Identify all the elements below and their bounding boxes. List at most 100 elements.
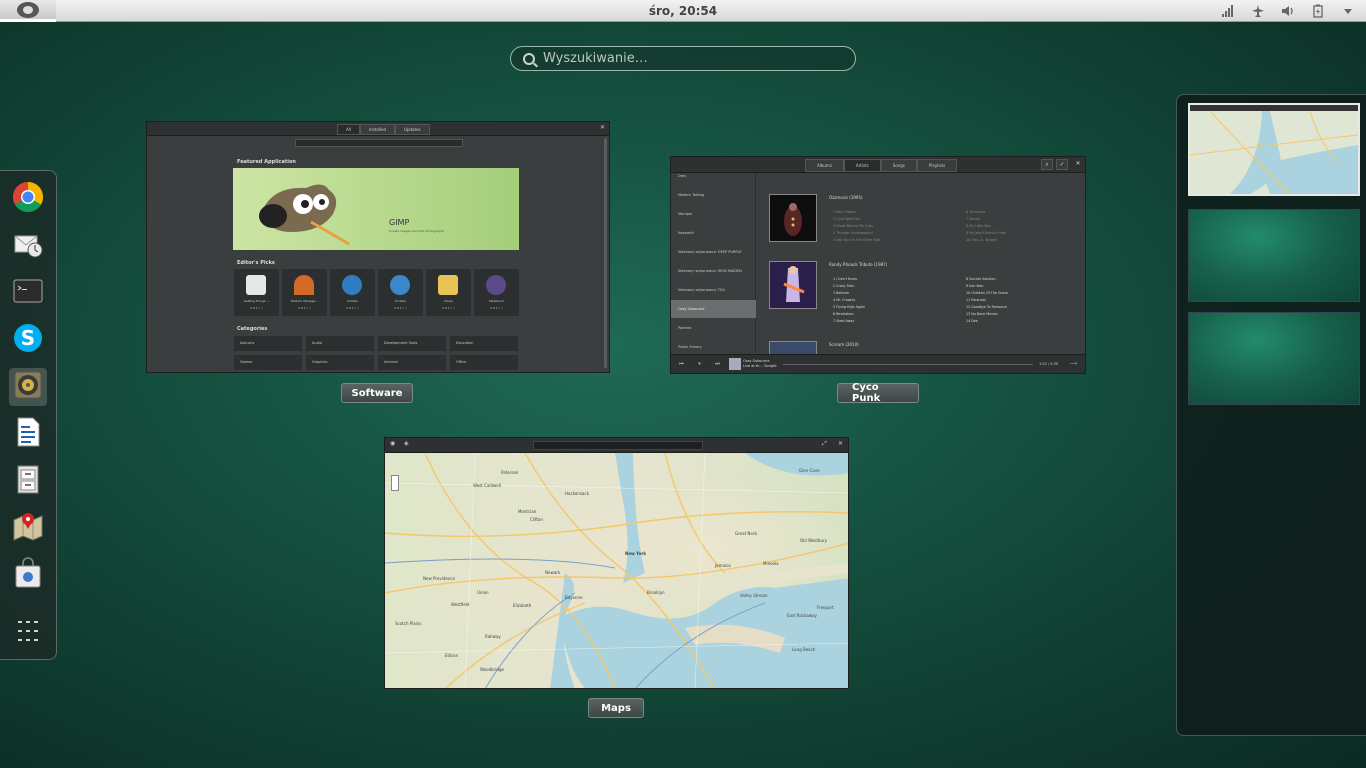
search-icon[interactable]: ⌕ — [1041, 159, 1053, 170]
list-item[interactable]: Modern Talking — [671, 186, 756, 204]
volume-icon[interactable] — [1280, 3, 1296, 19]
zoom-control[interactable] — [391, 475, 399, 491]
tab-artists[interactable]: Artists — [843, 159, 881, 172]
category-tile[interactable]: Add-ons — [234, 336, 302, 351]
repeat-icon[interactable]: ⟶ — [1067, 360, 1080, 369]
clock[interactable]: śro, 20:54 — [0, 4, 1366, 18]
track[interactable]: 1 Perry Mason — [833, 210, 856, 214]
list-item[interactable]: Nazareth — [671, 224, 756, 242]
tab-all[interactable]: All — [337, 124, 360, 135]
track[interactable]: 9 Iron Man — [966, 284, 984, 288]
track[interactable]: 10 Children Of The Grave — [966, 291, 1008, 295]
location-icon[interactable]: ◉ — [390, 440, 395, 447]
window-maps[interactable]: ◉ ◈ ⤢ ✕ Glen Cove New York Paterson Hack… — [384, 437, 849, 689]
progress-slider[interactable] — [783, 364, 1033, 365]
tab-installed[interactable]: Installed — [359, 124, 396, 135]
menu-arrow-icon[interactable] — [1340, 3, 1356, 19]
window-software[interactable]: All Installed Updates ✕ Featured Applica… — [146, 121, 610, 373]
track[interactable]: 10 Old L.A. Tonight — [966, 238, 997, 242]
list-item[interactable]: Mordpol — [671, 205, 756, 223]
pick-tile[interactable]: Getting Things ... ★★★☆☆ — [234, 269, 279, 316]
category-tile[interactable]: Office — [450, 355, 518, 370]
category-tile[interactable]: Audio — [306, 336, 374, 351]
list-item[interactable]: Nieznany wykonawca: TSA — [671, 281, 756, 299]
network-signal-icon[interactable] — [1220, 3, 1236, 19]
category-tile[interactable]: Education — [450, 336, 518, 351]
featured-banner[interactable]: GIMP Create images and edit photographs — [233, 168, 519, 250]
tab-playlists[interactable]: Playlists — [916, 159, 958, 172]
workspace-1[interactable] — [1188, 103, 1360, 196]
dash-item-chrome[interactable] — [9, 180, 47, 218]
track[interactable]: 9 My Jekyll Doesn't Hide — [966, 231, 1006, 235]
track[interactable]: 1 I Don't Know — [833, 277, 857, 281]
tab-songs[interactable]: Songs — [880, 159, 917, 172]
search-input[interactable] — [543, 51, 833, 66]
album-cover[interactable] — [769, 261, 817, 309]
list-item[interactable]: Nieznany wykonawca: DEEP PURPLE — [671, 243, 756, 261]
dash-item-rhythmbox[interactable] — [9, 368, 47, 406]
workspace-3[interactable] — [1188, 312, 1360, 405]
airplane-mode-icon[interactable] — [1250, 3, 1266, 19]
track[interactable]: 3 Believer — [833, 291, 850, 295]
layers-icon[interactable]: ◈ — [404, 440, 409, 447]
track[interactable]: 11 Paranoid — [966, 298, 986, 302]
track[interactable]: 7 Steal Away — [833, 319, 854, 323]
close-icon[interactable]: ✕ — [1072, 159, 1084, 170]
album-cover[interactable] — [769, 194, 817, 242]
list-item[interactable]: Dres — [671, 167, 756, 185]
system-tray[interactable] — [1220, 2, 1356, 20]
tab-albums[interactable]: Albums — [805, 159, 844, 172]
scrollbar[interactable] — [604, 138, 607, 368]
track[interactable]: 6 Revelation — [833, 312, 854, 316]
track[interactable]: 4 Mr. Crowley — [833, 298, 855, 302]
select-check-icon[interactable]: ✓ — [1056, 159, 1068, 170]
category-tile[interactable]: Graphics — [306, 355, 374, 370]
list-item[interactable]: Pantera — [671, 319, 756, 337]
pick-tile[interactable]: Scribes ★★★☆☆ — [378, 269, 423, 316]
dash-item-software[interactable] — [9, 556, 47, 594]
track[interactable]: 7 Denial — [966, 217, 980, 221]
dash-item-evolution[interactable] — [9, 227, 47, 265]
list-item[interactable]: Nieznany wykonawca: IRON MAIDEN — [671, 262, 756, 280]
track[interactable]: 3 Ghost Behind My Eyes — [833, 224, 873, 228]
search-entry[interactable] — [510, 46, 856, 71]
tab-updates[interactable]: Updates — [395, 124, 430, 135]
route-icon[interactable]: ⤢ — [822, 440, 827, 448]
pick-tile[interactable]: Xiaoly ★★★☆☆ — [426, 269, 471, 316]
track[interactable]: 5 See You On The Other Side — [833, 238, 881, 242]
dash-item-files[interactable] — [9, 462, 47, 500]
dash-item-show-apps[interactable] — [9, 614, 47, 652]
list-item-selected[interactable]: Ozzy Osbourne — [671, 300, 756, 318]
close-icon[interactable]: ✕ — [600, 124, 605, 131]
maps-search-field[interactable] — [533, 441, 703, 450]
workspace-2[interactable] — [1188, 209, 1360, 302]
window-label-maps[interactable]: Maps — [588, 698, 644, 718]
track[interactable]: 2 I Just Want You — [833, 217, 860, 221]
track[interactable]: 14 Dee — [966, 319, 978, 323]
track[interactable]: 8 Suicide Solution — [966, 277, 996, 281]
pause-icon[interactable]: ⏸ — [693, 360, 706, 369]
category-tile[interactable]: Development Tools — [378, 336, 446, 351]
previous-icon[interactable]: ⏮ — [675, 360, 688, 369]
dash-item-writer[interactable] — [9, 415, 47, 453]
window-label-software[interactable]: Software — [341, 383, 413, 403]
pick-tile[interactable]: Shotter ★★★☆☆ — [330, 269, 375, 316]
map-view[interactable]: Glen Cove New York Paterson Hackensack W… — [385, 453, 848, 688]
battery-icon[interactable] — [1310, 3, 1326, 19]
category-tile[interactable]: Internet — [378, 355, 446, 370]
pick-tile[interactable]: Stellarium ★★★☆☆ — [474, 269, 519, 316]
track[interactable]: 4 Thunder Underground — [833, 231, 873, 235]
track[interactable]: 12 Goodbye To Romance — [966, 305, 1007, 309]
window-label-music[interactable]: Cyco Punk — [837, 382, 919, 404]
close-icon[interactable]: ✕ — [838, 440, 843, 447]
track[interactable]: 8 My Little Man — [966, 224, 991, 228]
software-search-field[interactable] — [295, 139, 463, 147]
track[interactable]: 5 Flying High Again — [833, 305, 865, 309]
dash-item-terminal[interactable] — [9, 274, 47, 312]
dash-item-maps[interactable] — [9, 509, 47, 547]
category-tile[interactable]: Games — [234, 355, 302, 370]
track[interactable]: 6 Tomorrow — [966, 210, 985, 214]
window-music[interactable]: Albums Artists Songs Playlists ⌕ ✓ ✕ Dre… — [670, 156, 1086, 374]
pick-tile[interactable]: Modern Manage... ★★★☆☆ — [282, 269, 327, 316]
artist-list[interactable]: Dres Modern Talking Mordpol Nazareth Nie… — [671, 173, 756, 353]
